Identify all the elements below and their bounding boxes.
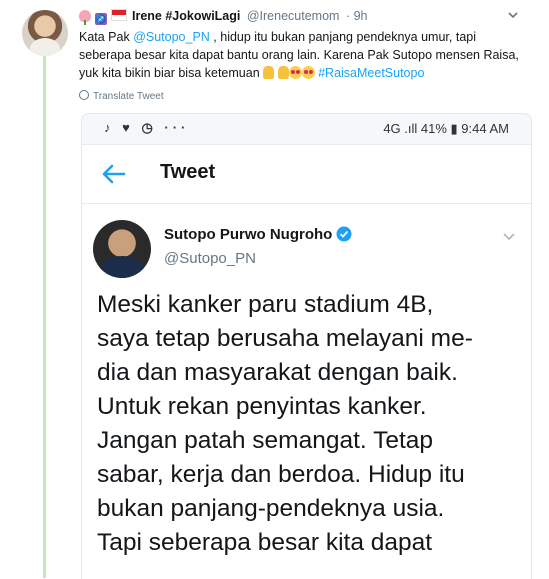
user-avatar[interactable] [22, 10, 68, 56]
thread-line [43, 56, 46, 578]
profile-name-text: Sutopo Purwo Nugroho [164, 226, 333, 243]
verified-badge-icon [336, 226, 352, 242]
phone-status-bar: ♪ ♥ ◷ ··· 4G .ıll 41% ▮ 9:44 AM [82, 114, 531, 145]
profile-name: Sutopo Purwo Nugroho [164, 226, 352, 243]
profile-handle: @Sutopo_PN [164, 250, 256, 267]
translate-label: Translate Tweet [93, 91, 164, 102]
pray-emoji [277, 66, 289, 79]
back-arrow-icon [102, 164, 126, 184]
status-bar-info: 4G .ıll 41% ▮ 9:44 AM [383, 121, 509, 136]
mention-link[interactable]: @Sutopo_PN [133, 30, 210, 44]
embedded-screenshot[interactable]: ♪ ♥ ◷ ··· 4G .ıll 41% ▮ 9:44 AM Tweet Su… [81, 113, 532, 579]
hashtag-link[interactable]: #RaisaMeetSutopo [318, 66, 424, 80]
heart-eyes-emoji [288, 66, 302, 79]
pray-emoji [263, 66, 275, 79]
tweet-text-part: Kata Pak [79, 30, 134, 44]
top-bar-title: Tweet [160, 161, 216, 183]
embedded-tweet-text: Meski kanker paru stadium 4B, saya tetap… [97, 291, 473, 556]
display-name[interactable]: Irene #JokowiLagi [132, 9, 240, 23]
heart-eyes-emoji [301, 66, 315, 79]
tweet-header: ♐ Irene #JokowiLagi @Irenecutemom · 9h [79, 9, 519, 27]
globe-icon [79, 90, 89, 100]
sagittarius-emoji: ♐ [95, 13, 107, 25]
tweet-time[interactable]: · 9h [346, 9, 368, 23]
status-bar-icons: ♪ ♥ ◷ ··· [104, 120, 190, 135]
chevron-down-icon [503, 233, 515, 241]
translate-tweet-link[interactable]: Translate Tweet [79, 90, 164, 102]
profile-avatar [93, 220, 151, 278]
tweet-text: Kata Pak @Sutopo_PN , hidup itu bukan pa… [79, 28, 529, 82]
tweet-top-bar: Tweet [82, 145, 531, 204]
chevron-down-icon[interactable] [507, 9, 519, 21]
indonesia-flag-emoji [111, 9, 127, 21]
flower-emoji [79, 10, 91, 25]
user-handle[interactable]: @Irenecutemom [247, 9, 340, 23]
